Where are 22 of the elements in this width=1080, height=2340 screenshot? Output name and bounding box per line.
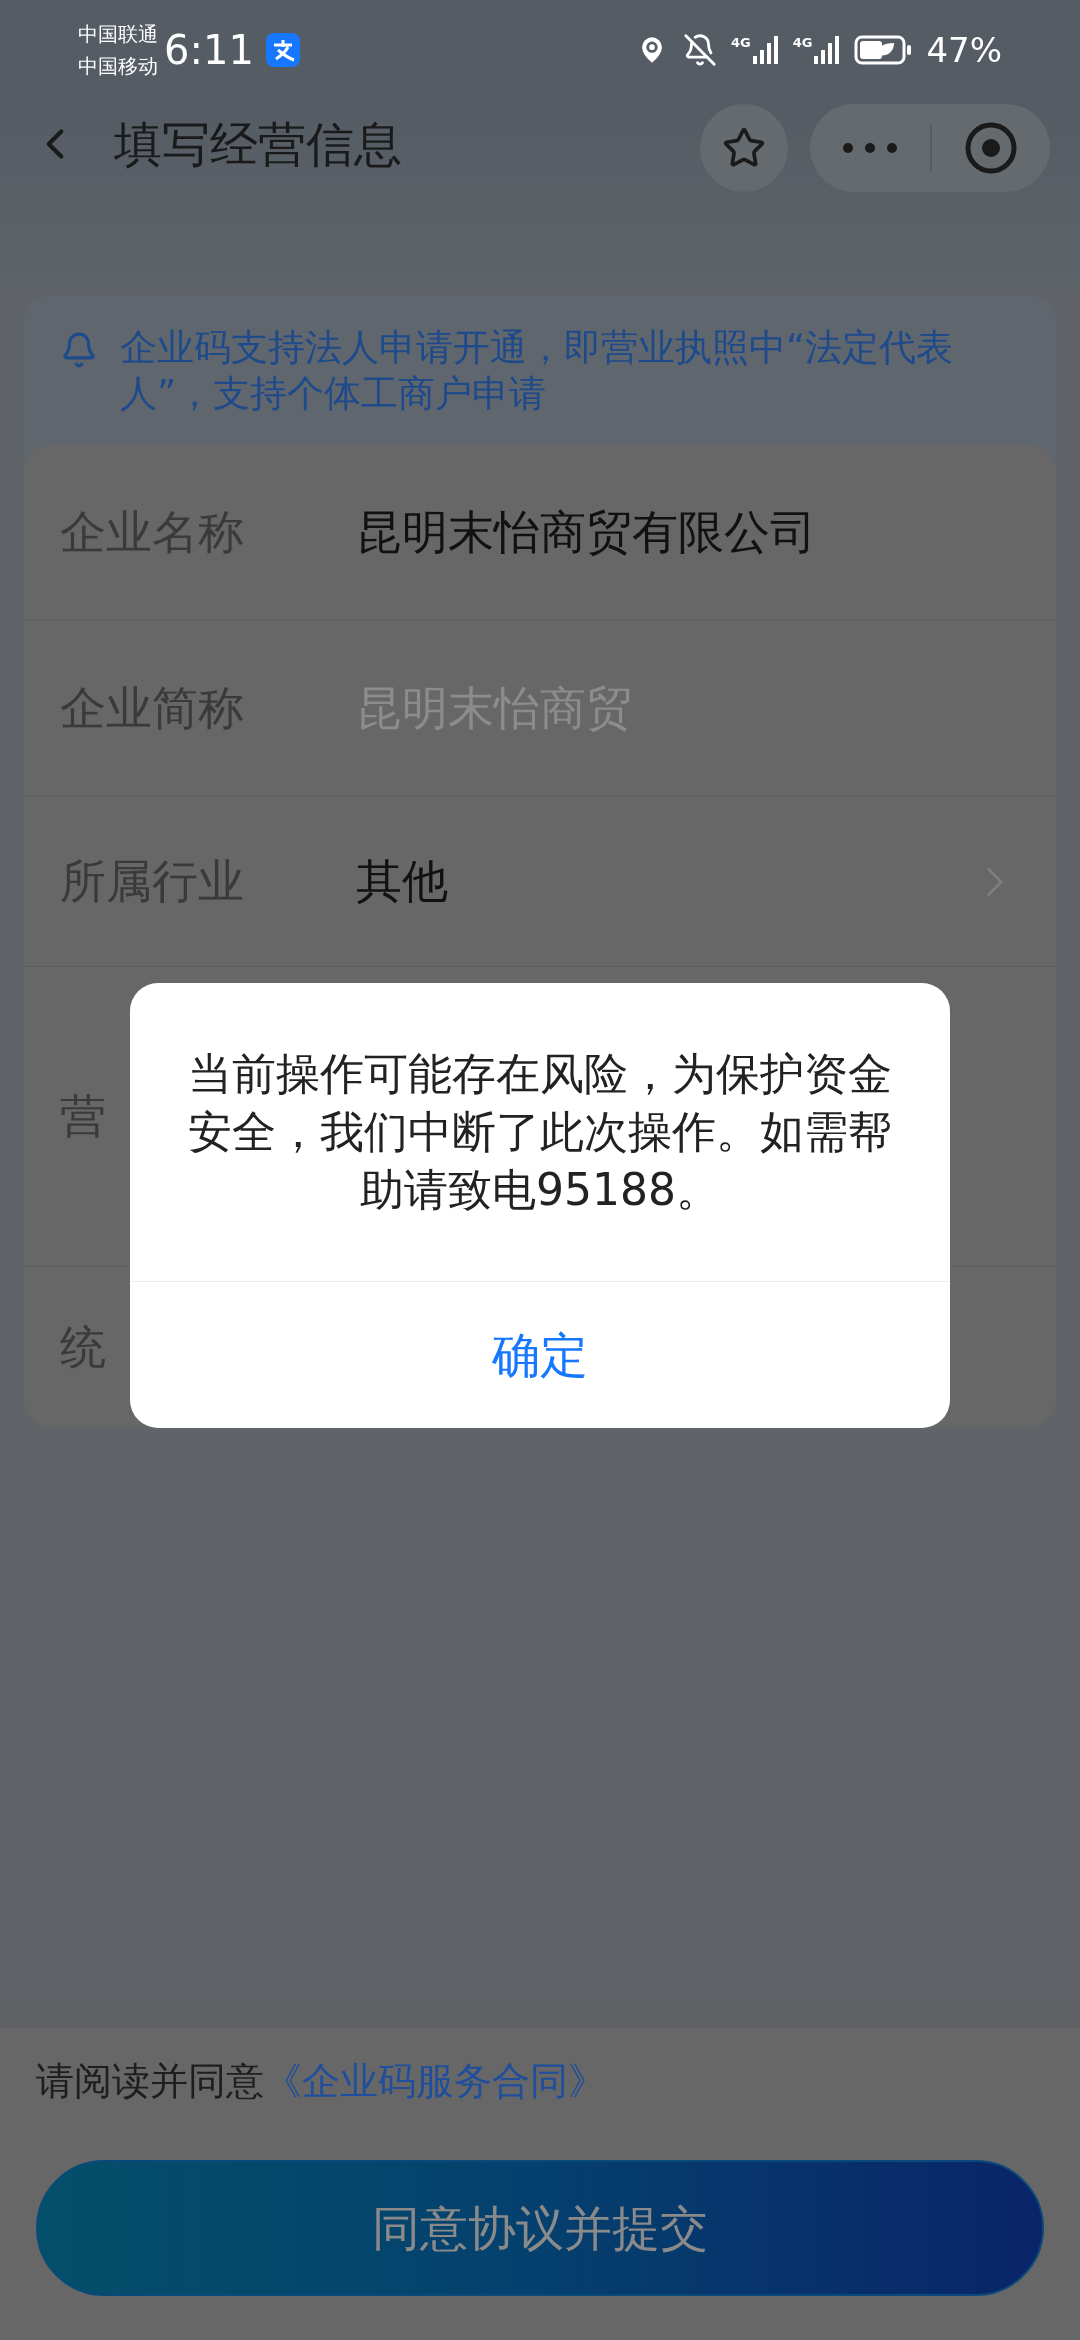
network-label: 4G (731, 36, 751, 49)
carrier-name: 中国联通 (78, 21, 158, 48)
bell-off-icon (683, 33, 717, 67)
submit-button[interactable]: 同意协议并提交 (36, 2160, 1044, 2296)
network-label: 4G (792, 36, 813, 49)
page-title: 填写经营信息 (114, 115, 402, 174)
notice-text: 企业码支持法人申请开通，即营业执照中“法定代表人”，支持个体工商户申请 (120, 325, 955, 417)
signal-icon (752, 36, 779, 64)
carrier-name: 中国移动 (78, 53, 158, 80)
agreement-text: 请阅读并同意 (36, 2058, 264, 2105)
status-time: 6:11 (164, 26, 254, 75)
dialog-message: 当前操作可能存在风险，为保护资金安全，我们中断了此次操作。如需帮助请致电95188。 (187, 1047, 893, 1217)
battery-percent: 47% (926, 28, 1002, 72)
target-icon (964, 121, 1018, 175)
payment-app-icon (265, 33, 300, 67)
confirm-button[interactable]: 确定 (130, 1282, 950, 1428)
field-value: 昆明末怡商贸有限公司 (356, 504, 816, 561)
alarm-icon (60, 331, 98, 369)
industry-select[interactable]: 其他 (356, 847, 448, 916)
battery-icon (854, 35, 913, 65)
more-icon (842, 142, 898, 154)
signal-icon (814, 36, 841, 64)
